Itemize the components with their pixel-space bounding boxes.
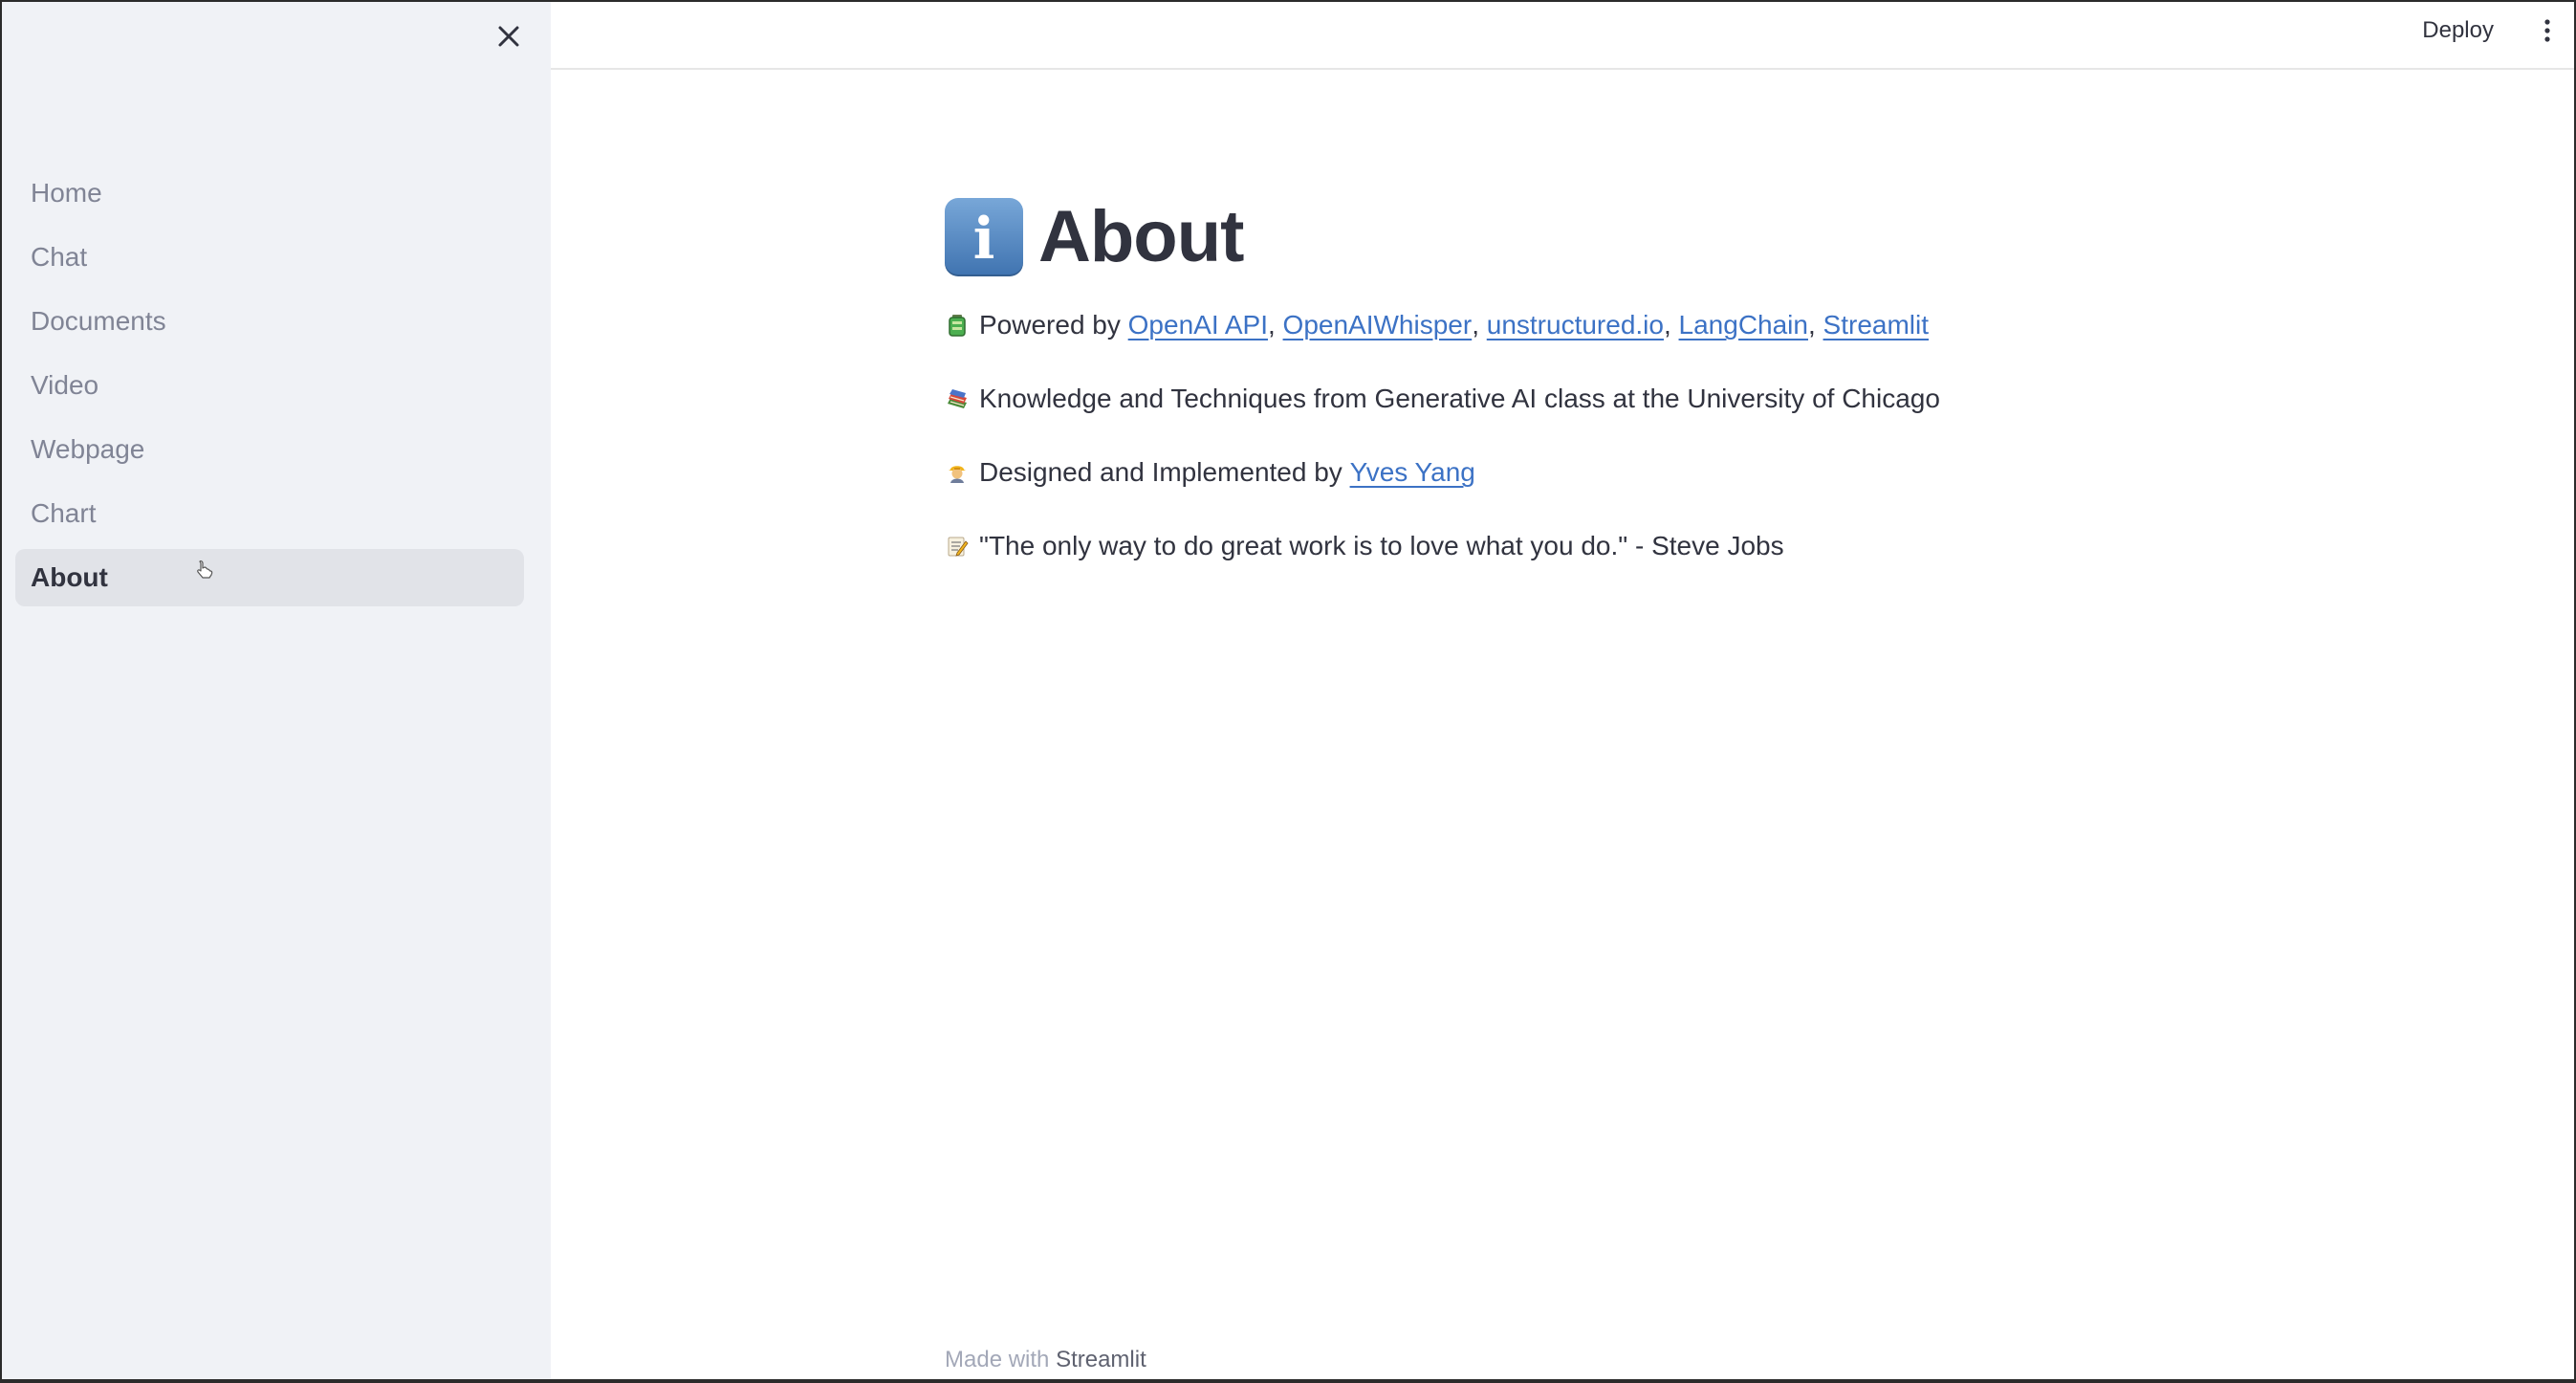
sidebar-item-label: Chat [31,242,88,272]
app-window: Home Chat Documents Video Webpage Chart … [0,0,2576,1383]
quote-text: "The only way to do great work is to lov… [979,531,1784,560]
sidebar-item-label: About [31,562,108,592]
footer: Made with Streamlit [945,1347,1146,1373]
openai-api-link[interactable]: OpenAI API [1128,310,1268,340]
sidebar-item-label: Video [31,370,99,400]
information-icon: i [945,198,1023,276]
openaiwhisper-link[interactable]: OpenAIWhisper [1283,310,1473,340]
footer-label: Made with [945,1347,1050,1372]
unstructured-io-link[interactable]: unstructured.io [1487,310,1664,340]
memo-icon [948,537,969,557]
sidebar-item-label: Home [31,178,102,208]
sidebar-item-video[interactable]: Video [15,357,524,414]
sidebar-item-documents[interactable]: Documents [15,293,524,350]
yves-yang-link[interactable]: Yves Yang [1350,457,1475,488]
powered-by-label: Powered by [979,310,1121,340]
main-content: i About Powered by OpenAI API, OpenAIWhi… [551,70,2574,1379]
mouse-cursor-icon [197,560,213,579]
quote-line: "The only way to do great work is to lov… [945,524,2073,568]
sidebar-item-webpage[interactable]: Webpage [15,421,524,478]
sidebar-item-chat[interactable]: Chat [15,229,524,286]
designed-by-line: Designed and Implemented by Yves Yang [945,450,2073,494]
sidebar-item-label: Webpage [31,434,145,464]
more-vertical-icon[interactable] [2532,11,2563,50]
powered-by-line: Powered by OpenAI API, OpenAIWhisper, un… [945,303,2073,347]
sidebar-item-label: Chart [31,498,97,528]
battery-icon [949,315,966,337]
sidebar-item-about[interactable]: About [15,549,524,606]
streamlit-footer-link[interactable]: Streamlit [1056,1347,1146,1372]
deploy-button[interactable]: Deploy [2416,14,2500,47]
page-heading: i About [945,196,2073,278]
about-content: i About Powered by OpenAI API, OpenAIWhi… [945,196,2073,598]
page-title: About [1038,196,1244,277]
langchain-link[interactable]: LangChain [1679,310,1808,340]
deploy-button-label: Deploy [2422,17,2494,43]
builder-icon [949,466,966,483]
streamlit-link[interactable]: Streamlit [1823,310,1929,340]
sidebar-navigation: Home Chat Documents Video Webpage Chart … [15,165,524,613]
knowledge-text: Knowledge and Techniques from Generative… [979,384,1940,413]
books-icon [948,389,967,408]
knowledge-line: Knowledge and Techniques from Generative… [945,377,2073,421]
sidebar-item-label: Documents [31,306,166,336]
top-header: Deploy [551,2,2574,70]
sidebar: Home Chat Documents Video Webpage Chart … [2,2,551,1379]
designed-by-label: Designed and Implemented by [979,457,1343,487]
sidebar-item-chart[interactable]: Chart [15,485,524,542]
sidebar-item-home[interactable]: Home [15,165,524,222]
close-icon[interactable] [490,17,528,55]
